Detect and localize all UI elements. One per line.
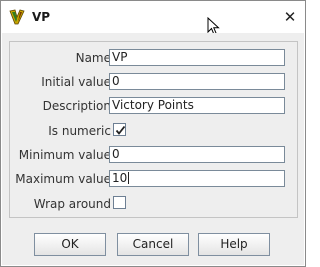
is-numeric-checkbox[interactable]: [113, 123, 126, 136]
help-button[interactable]: Help: [198, 233, 270, 256]
maximum-value-text: 10: [112, 171, 128, 185]
title-bar[interactable]: VP ✕: [1, 1, 305, 33]
name-label: Name: [75, 51, 111, 65]
is-numeric-label: Is numeric: [48, 124, 111, 138]
close-icon[interactable]: ✕: [278, 5, 302, 29]
property-dialog: VP ✕ Name VP Initial value 0 Description…: [0, 0, 306, 267]
ok-button[interactable]: OK: [34, 233, 106, 256]
minimum-value-label: Minimum value: [18, 148, 111, 162]
minimum-value-field[interactable]: 0: [109, 146, 285, 163]
initial-value-field[interactable]: 0: [109, 73, 285, 90]
description-label: Description: [42, 99, 111, 113]
initial-value-label: Initial value: [41, 75, 111, 89]
wrap-around-label: Wrap around: [33, 197, 111, 211]
text-caret: [128, 172, 130, 184]
cancel-button[interactable]: Cancel: [117, 233, 189, 256]
window-title: VP: [32, 10, 51, 24]
form-panel: Name VP Initial value 0 Description Vict…: [9, 41, 298, 218]
wrap-around-checkbox[interactable]: [113, 196, 126, 209]
name-field[interactable]: VP: [109, 49, 285, 66]
vassal-app-icon: [8, 8, 26, 26]
dialog-content: Name VP Initial value 0 Description Vict…: [2, 33, 304, 265]
maximum-value-label: Maximum value: [15, 172, 111, 186]
description-field[interactable]: Victory Points: [109, 97, 285, 114]
checkmark-icon: [115, 125, 126, 135]
maximum-value-field[interactable]: 10: [109, 170, 285, 187]
